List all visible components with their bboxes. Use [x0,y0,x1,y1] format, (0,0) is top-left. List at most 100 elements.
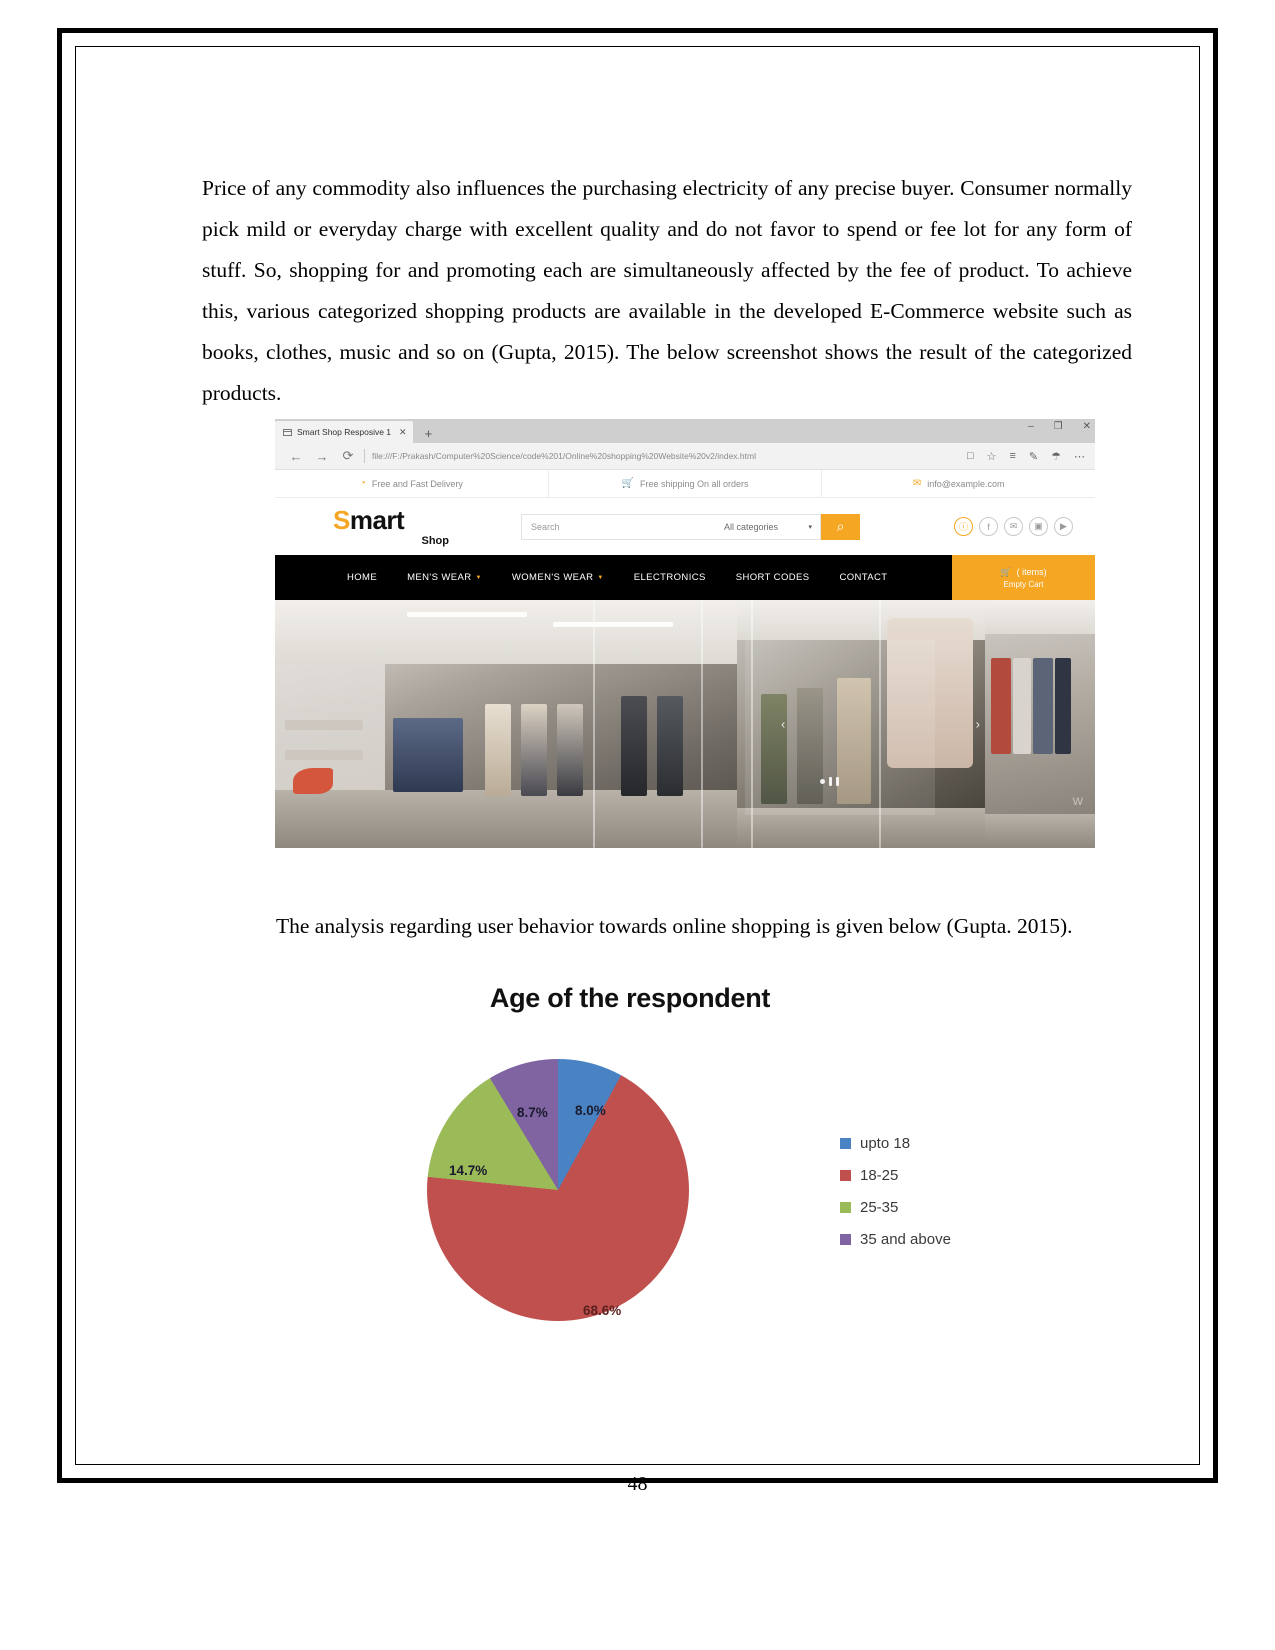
social-links: ⓘ f ✉ ▣ ▶ [954,517,1073,536]
nav-label: CONTACT [839,572,888,583]
site-header: Smart Shop Search All categories ▾ ⌕ ⓘ f… [275,498,1095,555]
legend-label: 25-35 [860,1199,899,1216]
hero-overlay [745,640,935,815]
pie-label-35-above: 8.7% [517,1105,548,1120]
account-icon[interactable]: ⓘ [954,517,973,536]
reading-view-icon[interactable]: □ [967,450,974,462]
pie-label-25-35: 14.7% [449,1163,488,1178]
maximize-icon[interactable]: ❐ [1054,421,1063,432]
nav-item-mens-wear[interactable]: MEN'S WEAR ▼ [407,572,482,583]
facebook-icon[interactable]: f [979,517,998,536]
carousel-prev-icon[interactable]: ‹ [781,717,785,732]
watermark-text: W [1072,796,1085,808]
carousel-dot[interactable] [820,779,825,784]
more-icon[interactable]: ⋯ [1074,450,1085,463]
browser-tabstrip: Smart Shop Resposive 1 ✕ + – ❐ ✕ [275,419,1095,443]
chart-age-of-respondent: Age of the respondent 8.0% 8.7% 14.7% 68… [202,983,1132,1393]
favorite-star-icon[interactable]: ☆ [987,450,997,463]
carousel-dot-active[interactable] [829,777,832,786]
browser-tab[interactable]: Smart Shop Resposive 1 ✕ [275,421,413,443]
page-number: 48 [627,1473,648,1495]
site-logo[interactable]: Smart Shop [333,507,493,547]
hub-icon[interactable]: ≡ [1009,450,1015,462]
page-border-outer: Price of any commodity also influences t… [57,28,1218,1495]
carousel-dots[interactable] [820,777,839,786]
top-info-item: ◔ Free and Fast Delivery [275,470,549,497]
address-bar-url[interactable]: file:///F:/Prakash/Computer%20Science/co… [372,451,756,461]
pie-disc [427,1059,689,1321]
hero-photo-1 [275,600,385,848]
youtube-icon[interactable]: ▶ [1054,517,1073,536]
window-close-icon[interactable]: ✕ [1083,421,1091,432]
toolbar-actions: □ ☆ ≡ ✎ ☂ ⋯ [967,450,1087,463]
cart-count: ( items) [1016,567,1047,577]
chart-legend: upto 18 18-25 25-35 35 and above [840,1135,951,1263]
logo-rest: mart [349,504,405,535]
clock-icon: ◔ [359,478,366,489]
browser-screenshot: Smart Shop Resposive 1 ✕ + – ❐ ✕ ← → ⟳ f… [275,419,1095,862]
legend-swatch-35-above [840,1234,851,1245]
document-body: Price of any commodity also influences t… [202,168,1132,414]
search-icon: ⌕ [836,518,845,534]
tab-title: Smart Shop Resposive 1 [297,427,392,437]
window-icon [283,428,292,436]
category-select-value: All categories [724,521,779,532]
legend-label: 35 and above [860,1231,951,1248]
nav-item-home[interactable]: HOME [347,572,377,583]
instagram-icon[interactable]: ▣ [1029,517,1048,536]
search-input[interactable]: Search [521,513,716,540]
carousel-next-icon[interactable]: › [976,717,980,732]
nav-label: HOME [347,572,378,583]
legend-swatch-25-35 [840,1202,851,1213]
cart-status: Empty Cart [1003,579,1044,589]
forward-icon[interactable]: → [309,449,335,464]
pie-label-18-25: 68.6% [583,1303,622,1318]
site-top-info-bar: ◔ Free and Fast Delivery 🛒 Free shipping… [275,470,1095,498]
legend-item: 25-35 [840,1199,951,1216]
twitter-icon[interactable]: ✉ [1004,517,1023,536]
hero-photo-2 [385,600,737,848]
website-content: ◔ Free and Fast Delivery 🛒 Free shipping… [275,470,1095,848]
top-info-label: Free shipping On all orders [639,478,749,489]
refresh-icon[interactable]: ⟳ [335,448,361,464]
cart-button[interactable]: 🛒 ( items) Empty Cart [952,555,1095,600]
chevron-down-icon: ▾ [808,523,812,531]
window-controls: – ❐ ✕ [1028,421,1091,432]
site-navbar: HOME MEN'S WEAR ▼ WOMEN'S WEAR ▼ ELECTRO… [275,555,1095,600]
logo-initial: S [333,504,350,535]
browser-toolbar: ← → ⟳ file:///F:/Prakash/Computer%20Scie… [275,443,1095,470]
new-tab-button[interactable]: + [425,426,433,441]
legend-item: 35 and above [840,1231,951,1248]
pie-label-upto-18: 8.0% [575,1103,606,1118]
top-info-label: info@example.com [927,478,1005,489]
top-info-item: ✉ info@example.com [822,470,1095,497]
nav-item-womens-wear[interactable]: WOMEN'S WEAR ▼ [512,572,604,583]
search-group: Search All categories ▾ ⌕ [521,513,860,540]
cart-icon: 🛒 [621,478,634,489]
nav-item-electronics[interactable]: ELECTRONICS [634,572,706,583]
web-note-icon[interactable]: ✎ [1029,450,1038,463]
hero-image-strip: W ‹ › [275,600,1095,848]
document-body-2: The analysis regarding user behavior tow… [202,906,1132,947]
chevron-down-icon: ▼ [475,574,482,581]
nav-item-contact[interactable]: CONTACT [839,572,887,583]
cart-icon: 🛒 [1000,566,1012,577]
nav-item-short-codes[interactable]: SHORT CODES [736,572,810,583]
paragraph-2: The analysis regarding user behavior tow… [276,914,1073,938]
chart-title: Age of the respondent [489,983,771,1013]
nav-label: WOMEN'S WEAR [511,572,594,583]
cart-summary: 🛒 ( items) [1000,567,1046,578]
category-select[interactable]: All categories ▾ [716,513,821,540]
carousel-dot[interactable] [836,777,839,786]
browser-window: Smart Shop Resposive 1 ✕ + – ❐ ✕ ← → ⟳ f… [275,419,1095,862]
hero-photo-4: W [985,600,1095,848]
nav-menu: HOME MEN'S WEAR ▼ WOMEN'S WEAR ▼ ELECTRO… [275,555,952,600]
share-icon[interactable]: ☂ [1051,450,1061,463]
top-info-label: Free and Fast Delivery [371,478,463,489]
mail-icon: ✉ [912,478,922,489]
search-button[interactable]: ⌕ [821,513,860,540]
close-icon[interactable]: ✕ [399,427,407,438]
pie-chart: 8.0% 8.7% 14.7% 68.6% [427,1059,689,1321]
back-icon[interactable]: ← [283,449,309,464]
minimize-icon[interactable]: – [1028,421,1034,432]
